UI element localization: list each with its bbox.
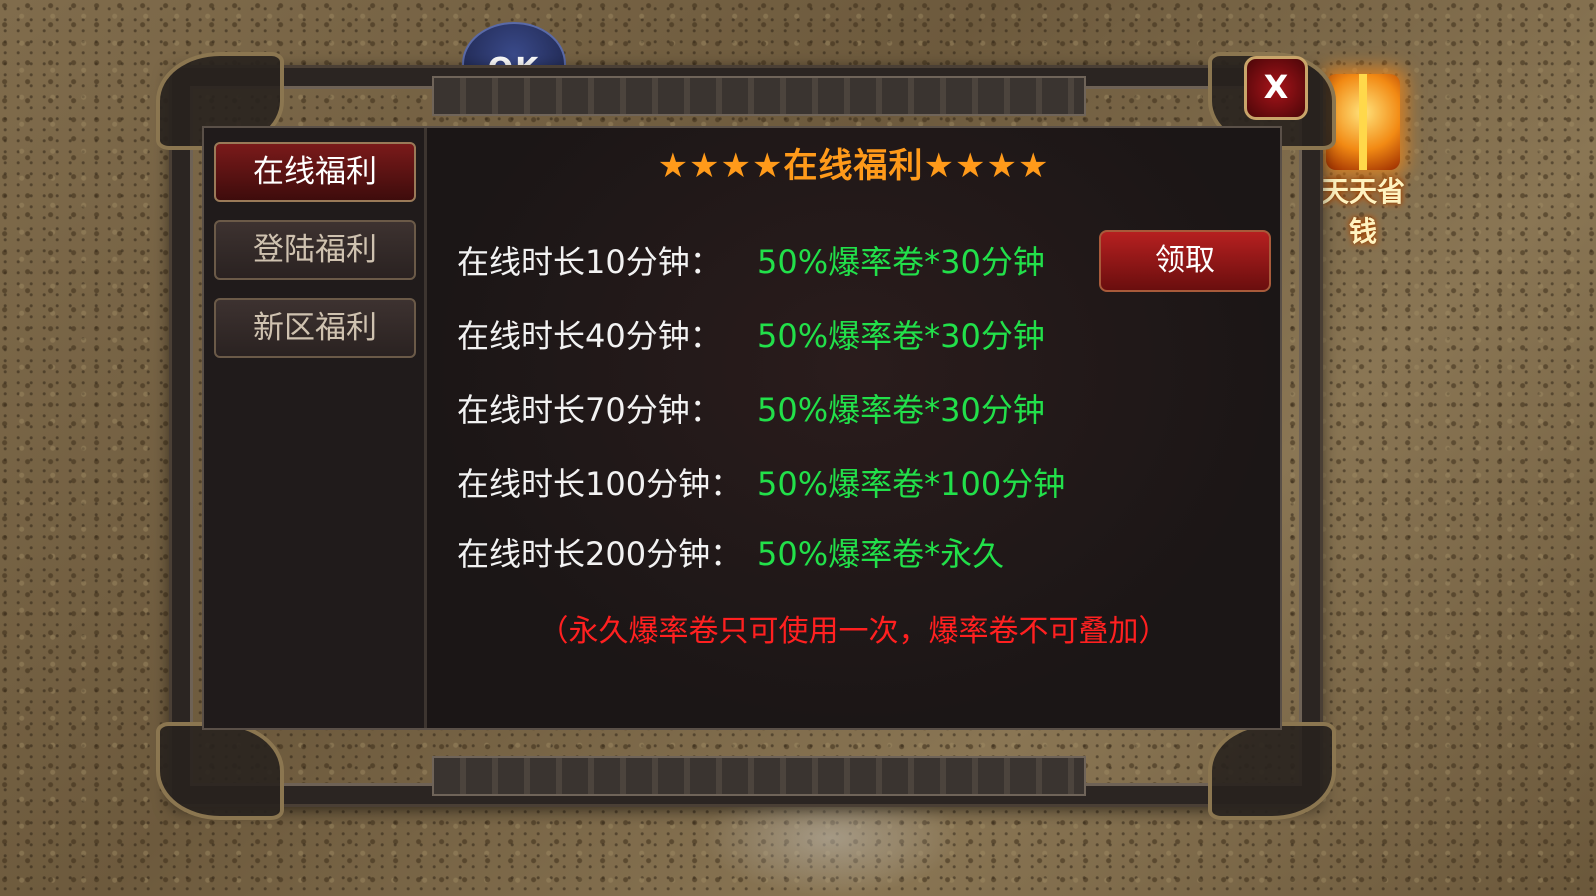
- reward-value: 50%爆率卷*永久: [757, 535, 1005, 573]
- dialog-body: 在线福利 登陆福利 新区福利 ★★★★在线福利★★★★ 在线时长10分钟： 50%…: [202, 126, 1282, 730]
- tab-label: 登陆福利: [253, 232, 377, 268]
- welfare-content: ★★★★在线福利★★★★ 在线时长10分钟： 50%爆率卷*30分钟 在线时长40…: [427, 128, 1280, 728]
- tab-online-welfare[interactable]: 在线福利: [214, 142, 416, 202]
- reward-row: 在线时长40分钟： 50%爆率卷*30分钟: [457, 314, 1045, 358]
- welfare-tabs: 在线福利 登陆福利 新区福利: [204, 128, 427, 728]
- reward-condition: 在线时长70分钟：: [457, 391, 722, 429]
- corner-ornament: [1208, 722, 1336, 820]
- tab-label: 在线福利: [253, 154, 377, 190]
- frame-top-ornament: [432, 76, 1086, 116]
- close-button[interactable]: X: [1244, 56, 1308, 120]
- reward-row: 在线时长70分钟： 50%爆率卷*30分钟: [457, 388, 1045, 432]
- corner-ornament: [156, 722, 284, 820]
- panel-title: ★★★★在线福利★★★★: [657, 146, 1050, 186]
- reward-row: 在线时长200分钟： 50%爆率卷*永久: [457, 532, 1004, 576]
- gift-label: 天天省钱: [1320, 175, 1405, 248]
- reward-value: 50%爆率卷*100分钟: [757, 465, 1066, 503]
- claim-button[interactable]: 领取: [1099, 230, 1271, 292]
- close-icon: X: [1263, 68, 1289, 106]
- frame-bottom-ornament: [432, 756, 1086, 796]
- tab-new-server-welfare[interactable]: 新区福利: [214, 298, 416, 358]
- gift-icon: [1326, 74, 1400, 170]
- reward-condition: 在线时长10分钟：: [457, 243, 722, 281]
- reward-condition: 在线时长100分钟：: [457, 465, 743, 503]
- notice-text: （永久爆率卷只可使用一次，爆率卷不可叠加）: [538, 614, 1169, 649]
- reward-condition: 在线时长200分钟：: [457, 535, 743, 573]
- tab-label: 新区福利: [253, 310, 377, 346]
- reward-row: 在线时长10分钟： 50%爆率卷*30分钟: [457, 240, 1045, 284]
- reward-condition: 在线时长40分钟：: [457, 317, 722, 355]
- reward-value: 50%爆率卷*30分钟: [757, 317, 1045, 355]
- welfare-dialog: 在线福利 登陆福利 新区福利 ★★★★在线福利★★★★ 在线时长10分钟： 50%…: [156, 52, 1336, 820]
- reward-value: 50%爆率卷*30分钟: [757, 391, 1045, 429]
- reward-value: 50%爆率卷*30分钟: [757, 243, 1045, 281]
- tab-login-welfare[interactable]: 登陆福利: [214, 220, 416, 280]
- reward-row: 在线时长100分钟： 50%爆率卷*100分钟: [457, 462, 1065, 506]
